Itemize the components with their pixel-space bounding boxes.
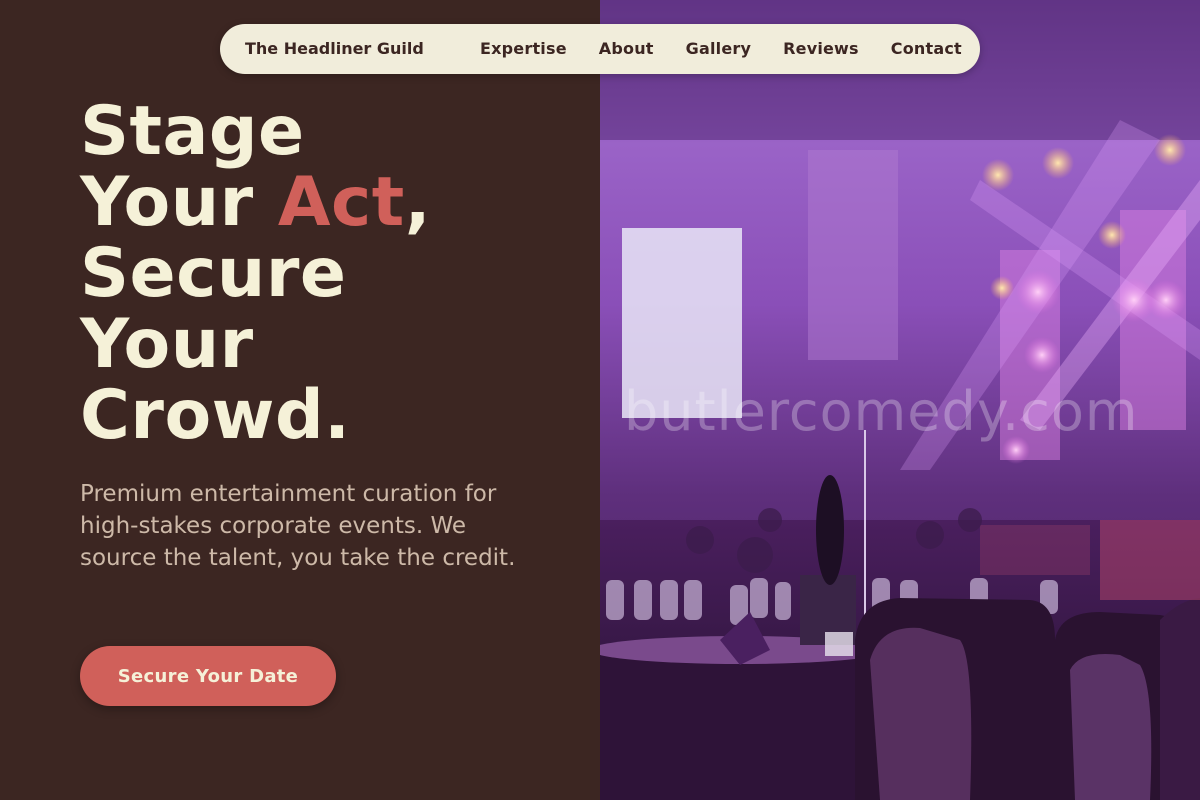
brand-link[interactable]: The Headliner Guild xyxy=(245,24,424,74)
nav-link-gallery[interactable]: Gallery xyxy=(686,24,751,74)
headline-accent-word: Act xyxy=(277,163,405,242)
headline-line: Stage xyxy=(80,92,305,171)
headline-line: Secure xyxy=(80,234,347,313)
nav-link-expertise[interactable]: Expertise xyxy=(480,24,567,74)
watermark: butlercomedy.com xyxy=(624,380,1139,443)
headline-line: , xyxy=(404,163,432,242)
top-navigation: The Headliner Guild Expertise About Gall… xyxy=(220,24,980,74)
hero-subtext: Premium entertainment curation for high-… xyxy=(80,481,516,571)
headline-line: Your xyxy=(80,305,254,384)
hero-headline: Stage Your Act, Secure Your Crowd. xyxy=(80,96,580,451)
nav-link-about[interactable]: About xyxy=(599,24,654,74)
headline-line: Your xyxy=(80,163,278,242)
secure-your-date-button[interactable]: Secure Your Date xyxy=(80,646,336,706)
nav-link-contact[interactable]: Contact xyxy=(891,24,962,74)
headline-line: Crowd. xyxy=(80,376,351,455)
nav-link-reviews[interactable]: Reviews xyxy=(783,24,859,74)
nav-links: Expertise About Gallery Reviews Contact xyxy=(480,24,962,74)
